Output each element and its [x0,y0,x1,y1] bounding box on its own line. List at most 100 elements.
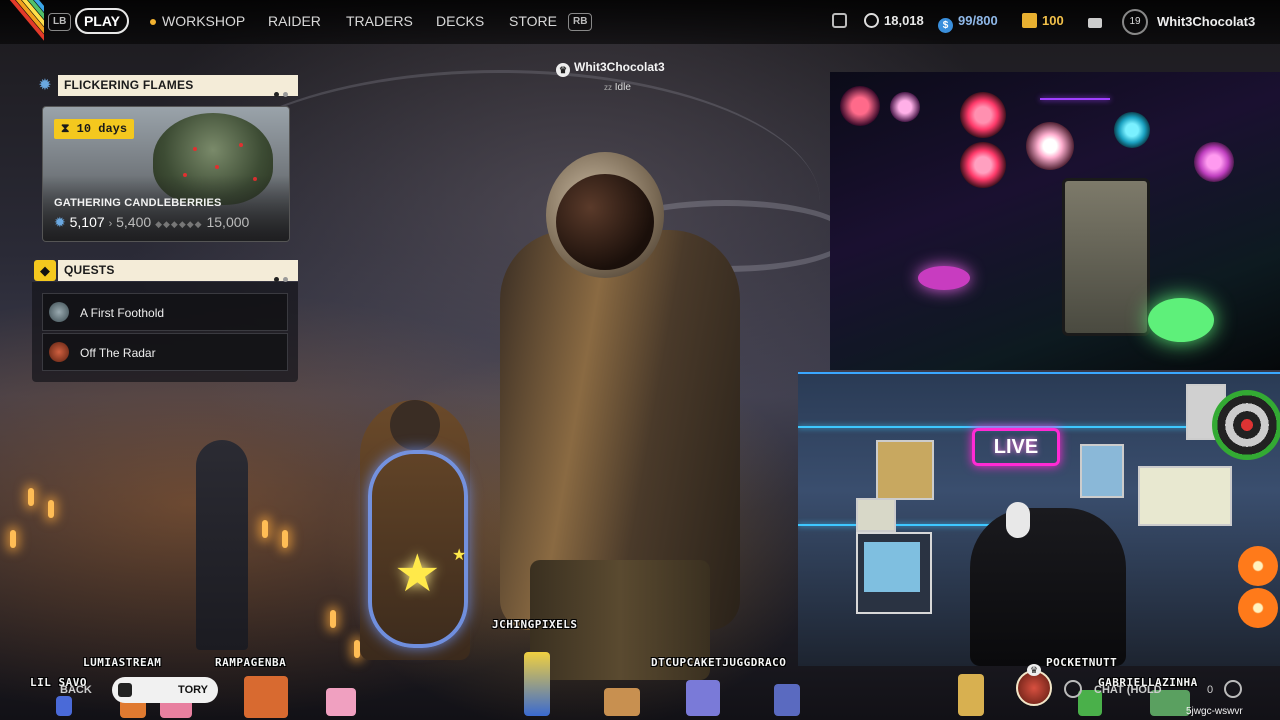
phone-screen [1062,178,1150,336]
viewer-sprite [958,674,984,716]
retro-tv [856,532,932,614]
player-presence-status: zz Idle [604,82,631,93]
live-neon-sign: LIVE [972,428,1060,466]
quest-thumbnail-icon [49,302,69,322]
event-timer-text: 10 days [76,122,128,136]
viewer-sprite [244,676,288,718]
pager-dots[interactable] [270,83,288,104]
star-icon: ★ [394,545,441,603]
quest-diamond-icon: ◆ [34,260,56,281]
quests-panel-title: QUESTS [64,263,115,277]
presence-status-text: Idle [614,82,631,93]
currency-capacity: $99/800 [938,13,998,33]
viewer-sprite [56,696,72,716]
progress-pips: ◆◆◆◆◆◆ [155,219,203,229]
nav-workshop-tab[interactable]: WORKSHOP [150,13,245,29]
crown-icon: ♛ [556,63,570,77]
fan-light [1026,122,1074,170]
webcam-desk-feed [830,72,1280,370]
credits-value: 18,018 [884,13,924,28]
back-button[interactable]: BACK [60,684,92,696]
lb-button-hint[interactable]: LB [48,13,72,31]
credits-icon [864,13,879,28]
chat-hold-label[interactable]: CHAT (HOLD [1094,684,1162,696]
quest-thumbnail-icon [49,342,69,362]
quest-item[interactable]: A First Foothold [42,293,288,331]
framed-poster [1138,466,1232,526]
nav-traders-tab[interactable]: TRADERS [346,13,413,29]
chat-button-icon[interactable] [1064,680,1082,698]
player-username[interactable]: Whit3Chocolat3 [1157,14,1255,29]
npc-silhouette [196,440,248,650]
capacity-value: 99/800 [958,13,998,28]
framed-poster [856,498,896,532]
nav-decks-tab[interactable]: DECKS [436,13,484,29]
fan-light [1194,142,1234,182]
nav-raider-tab[interactable]: RAIDER [268,13,321,29]
retro-tv-screen [864,542,920,592]
viewer-name: DTCUPCAKETJUGGDRACO [651,656,787,669]
event-timer-badge: ⧗ 10 days [54,119,135,139]
player-level-badge[interactable]: 19 [1122,9,1148,35]
nav-play-tab[interactable]: PLAY [75,8,129,34]
event-progress: ✹ 5,107 › 5,400 ◆◆◆◆◆◆ 15,000 [54,214,249,231]
currency-coins: 100 [1022,13,1064,28]
crown-icon: ♛ [1027,664,1041,676]
history-label: TORY [178,684,208,696]
viewer-sprite [326,688,356,716]
berry-dot [193,147,197,151]
social-icon[interactable] [832,13,852,28]
berry-dot [215,165,219,169]
orange-light [1238,546,1278,586]
candle-icon [330,610,336,628]
gear-icon: ✹ [38,77,52,94]
progress-next: 5,400 [116,214,152,230]
led-strip [1040,98,1110,100]
viewer-name: JCHINGPIXELS [492,618,578,631]
progress-max: 15,000 [206,214,250,230]
candle-icon [282,530,288,548]
event-card[interactable]: ⧗ 10 days GATHERING CANDLEBERRIES ✹ 5,10… [42,106,290,242]
chat-extra-label: 0 [1207,684,1214,696]
led-strip [798,524,998,526]
fan-light [960,142,1006,188]
candle-icon [28,488,34,506]
quest-label: A First Foothold [80,306,165,320]
session-code: 5jwgc-wswvr [1186,706,1243,717]
dartboard [1212,390,1280,460]
berry-dot [239,143,243,147]
inbox-icon[interactable] [1088,13,1107,28]
sleep-icon: zz [604,83,612,92]
top-navigation-bar: LB PLAY WORKSHOP RAIDER TRADERS DECKS ST… [0,0,1280,44]
gaming-chair [970,508,1126,666]
event-panel-header[interactable]: FLICKERING FLAMES [58,75,298,97]
progress-current: 5,107 [69,214,105,230]
fan-light [890,92,920,122]
coins-icon [1022,13,1037,28]
candle-icon [48,500,54,518]
green-mouse [1148,298,1214,342]
capacity-icon: $ [938,18,953,33]
pink-mouse [918,266,970,290]
headphones [1006,502,1030,538]
viewer-name: POCKETNUTT [1046,656,1118,669]
nav-workshop-label: WORKSHOP [162,13,246,29]
rb-button-hint[interactable]: RB [568,13,593,31]
fan-light [840,86,880,126]
viewer-sprite [604,688,640,716]
menu-button-icon[interactable] [1224,680,1242,698]
event-name: GATHERING CANDLEBERRIES [54,197,222,209]
viewer-sprite [524,652,550,716]
quest-label: Off The Radar [80,346,156,360]
nav-store-tab[interactable]: STORE [509,13,557,29]
player-presence-name[interactable]: ♛ Whit3Chocolat3 [556,60,665,77]
presence-username: Whit3Chocolat3 [574,60,665,74]
quest-item[interactable]: Off The Radar [42,333,288,371]
viewer-name: LUMIASTREAM [83,656,162,669]
player-visor [556,174,654,270]
history-button[interactable]: TORY [112,677,218,703]
gear-icon: ✹ [54,214,66,230]
chevron-right-icon: › [108,218,113,230]
candle-icon [262,520,268,538]
quests-panel-header[interactable]: QUESTS [58,260,298,282]
